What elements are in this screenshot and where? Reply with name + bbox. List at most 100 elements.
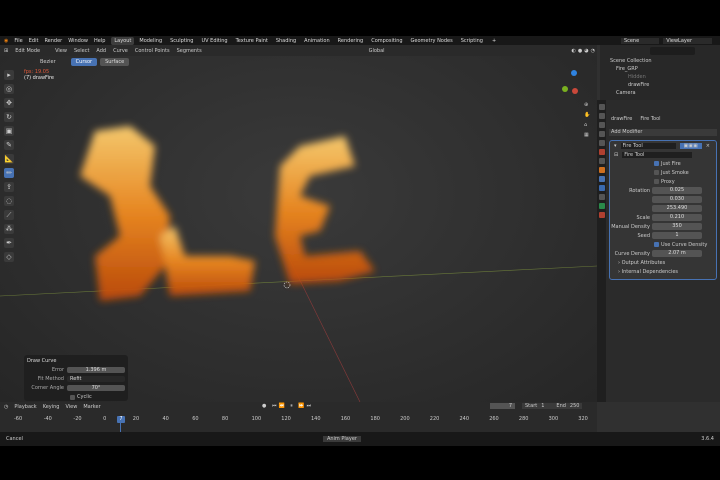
- shading-buttons[interactable]: ◐●◕◔: [572, 48, 597, 54]
- grid-icon[interactable]: ▦: [584, 132, 590, 138]
- output-attributes-section[interactable]: › Output Attributes: [610, 258, 716, 267]
- frame-ruler[interactable]: -60 -40 -20 0 20 40 60 80 100 120 140 160 180 200 220 2…: [0, 416, 597, 424]
- tab-workspace[interactable]: Scripting: [458, 37, 486, 45]
- 3d-viewport[interactable]: ⊕ ✋ ⌂ ▦: [0, 56, 597, 402]
- object-tab-icon[interactable]: [598, 167, 605, 173]
- tab-workspace[interactable]: Compositing: [368, 37, 405, 45]
- radius-tool-icon[interactable]: ◌: [4, 196, 14, 206]
- tab-workspace[interactable]: Texture Paint: [233, 37, 271, 45]
- just-smoke-checkbox[interactable]: [654, 170, 659, 175]
- timeline-menu-item[interactable]: Playback: [14, 404, 36, 410]
- outliner-search[interactable]: [650, 47, 695, 55]
- tool-tab-icon[interactable]: [598, 104, 605, 110]
- timeline-menu-item[interactable]: Keying: [43, 404, 60, 410]
- extrude-tool-icon[interactable]: ⇪: [4, 182, 14, 192]
- view-layer-tab-icon[interactable]: [598, 131, 605, 137]
- cursor-tool-icon[interactable]: ◎: [4, 84, 14, 94]
- curve-type-selector[interactable]: Bezier: [40, 59, 56, 65]
- header-menu-item[interactable]: Segments: [177, 48, 202, 54]
- physics-tab-icon[interactable]: [598, 185, 605, 191]
- header-menu-item[interactable]: Curve: [113, 48, 128, 54]
- transform-tool-icon[interactable]: ◇: [4, 252, 14, 262]
- header-menu-item[interactable]: Control Points: [135, 48, 170, 54]
- render-tab-icon[interactable]: [598, 113, 605, 119]
- scale-tool-icon[interactable]: ▣: [4, 126, 14, 136]
- menu-help[interactable]: Help: [94, 38, 105, 44]
- constraints-tab-icon[interactable]: [598, 194, 605, 200]
- rotation-x-field[interactable]: 0.025: [652, 187, 702, 194]
- proxy-checkbox[interactable]: [654, 179, 659, 184]
- mode-selector[interactable]: Edit Mode: [15, 48, 48, 54]
- move-tool-icon[interactable]: ✥: [4, 98, 14, 108]
- outliner-item[interactable]: Hidden: [600, 74, 720, 82]
- outliner-item[interactable]: drawFire: [600, 82, 720, 90]
- modifier-visibility-buttons[interactable]: ▣▣▣: [679, 142, 702, 149]
- measure-tool-icon[interactable]: 📐: [4, 154, 14, 164]
- internal-dependencies-section[interactable]: › Internal Dependencies: [610, 267, 716, 276]
- zoom-icon[interactable]: ⊕: [584, 102, 590, 108]
- menu-window[interactable]: Window: [68, 38, 88, 44]
- modifier-tab-icon[interactable]: [598, 176, 605, 182]
- fit-method-select[interactable]: Refit: [67, 376, 125, 382]
- camera-icon[interactable]: ⌂: [584, 122, 590, 128]
- playhead[interactable]: 7: [117, 416, 125, 423]
- draw-tool-icon[interactable]: ✏: [4, 168, 14, 178]
- header-menu-item[interactable]: Select: [74, 48, 89, 54]
- tab-workspace[interactable]: Animation: [301, 37, 333, 45]
- orientation-selector[interactable]: Global: [369, 48, 385, 54]
- tilt-tool-icon[interactable]: ⟋: [4, 210, 14, 220]
- pan-icon[interactable]: ✋: [584, 112, 590, 118]
- outliner-root[interactable]: Scene Collection: [600, 58, 720, 66]
- error-field[interactable]: 1.396 m: [67, 367, 125, 373]
- manual-density-field[interactable]: 350: [652, 223, 702, 230]
- add-workspace-icon[interactable]: +: [492, 38, 496, 44]
- select-tool-icon[interactable]: ▸: [4, 70, 14, 80]
- node-group-icon[interactable]: ⊟: [614, 152, 618, 158]
- tab-workspace[interactable]: UV Editing: [198, 37, 230, 45]
- annotate-tool-icon[interactable]: ✎: [4, 140, 14, 150]
- rotation-z-field[interactable]: 253.490: [652, 205, 702, 212]
- menu-render[interactable]: Render: [44, 38, 62, 44]
- tab-surface[interactable]: Surface: [100, 58, 130, 66]
- collection-tab-icon[interactable]: [598, 158, 605, 164]
- rotate-tool-icon[interactable]: ↻: [4, 112, 14, 122]
- current-frame-field[interactable]: 7: [490, 403, 515, 409]
- material-tab-icon[interactable]: [598, 212, 605, 218]
- menu-edit[interactable]: Edit: [29, 38, 39, 44]
- menu-file[interactable]: File: [14, 38, 22, 44]
- collapse-icon[interactable]: ▾: [614, 143, 617, 149]
- tab-workspace[interactable]: Shading: [273, 37, 299, 45]
- corner-angle-field[interactable]: 70°: [67, 385, 125, 391]
- timeline[interactable]: ◷ Playback Keying View Marker ● ⏮⏪ ⏸ ⏩⏭ 7 S…: [0, 402, 597, 432]
- outliner[interactable]: Scene Collection Fire_GRP Hidden drawFir…: [600, 45, 720, 100]
- scene-selector[interactable]: Scene: [620, 37, 660, 44]
- randomize-tool-icon[interactable]: ⁂: [4, 224, 14, 234]
- just-fire-checkbox[interactable]: [654, 161, 659, 166]
- view-controls[interactable]: ⊕ ✋ ⌂ ▦: [584, 102, 590, 138]
- pen-tool-icon[interactable]: ✒: [4, 238, 14, 248]
- output-tab-icon[interactable]: [598, 122, 605, 128]
- redo-panel-title[interactable]: Draw Curve: [27, 358, 125, 364]
- add-modifier-button[interactable]: Add Modifier: [609, 129, 717, 136]
- scene-tab-icon[interactable]: [598, 140, 605, 146]
- outliner-item[interactable]: Fire_GRP: [600, 66, 720, 74]
- cyclic-checkbox[interactable]: [70, 394, 75, 400]
- timeline-menu-item[interactable]: View: [65, 404, 77, 410]
- data-tab-icon[interactable]: [598, 203, 605, 209]
- tab-workspace[interactable]: Rendering: [335, 37, 367, 45]
- tab-workspace[interactable]: Geometry Nodes: [408, 37, 456, 45]
- timeline-editor-icon[interactable]: ◷: [4, 404, 8, 410]
- tab-cursor[interactable]: Cursor: [70, 58, 98, 66]
- anim-player-button[interactable]: Anim Player: [322, 436, 361, 442]
- editor-type-icon[interactable]: ⊞: [4, 48, 8, 54]
- remove-modifier-icon[interactable]: ×: [706, 143, 710, 149]
- blender-logo-icon[interactable]: ◉: [4, 38, 8, 44]
- scale-field[interactable]: 0.210: [652, 214, 702, 221]
- world-tab-icon[interactable]: [598, 149, 605, 155]
- playback-controls[interactable]: ● ⏮⏪ ⏸ ⏩⏭: [262, 403, 313, 409]
- use-curve-density-checkbox[interactable]: [654, 242, 659, 247]
- start-field[interactable]: 1: [541, 403, 544, 409]
- tab-workspace[interactable]: Layout: [111, 36, 135, 45]
- modifier-name-field[interactable]: Fire Tool: [620, 142, 676, 149]
- seed-field[interactable]: 1: [652, 232, 702, 239]
